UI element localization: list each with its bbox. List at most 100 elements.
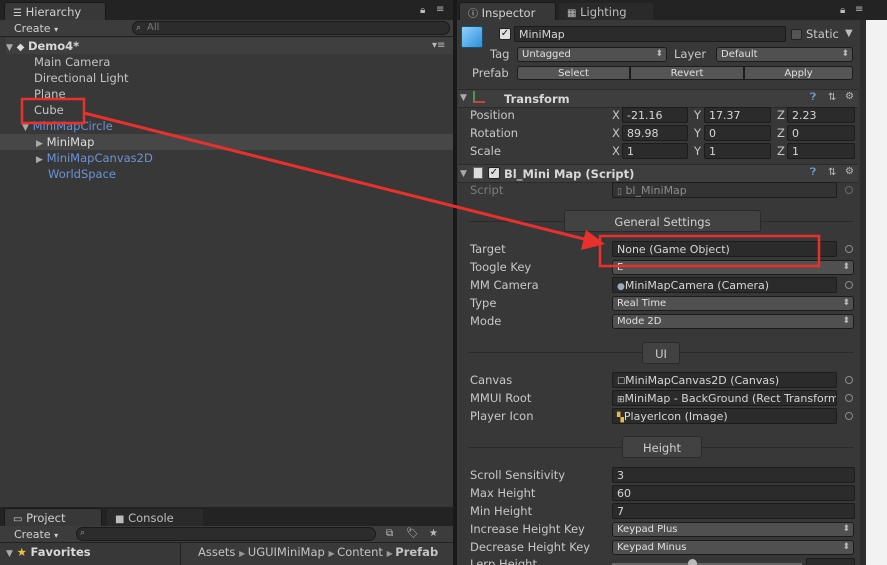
hierarchy-search-input[interactable]: ⌕ All bbox=[132, 21, 450, 35]
preset-icon[interactable]: ⇅ bbox=[828, 167, 836, 178]
rotation-x-field[interactable]: 89.98 bbox=[622, 125, 688, 141]
project-search-input[interactable]: ⌕ bbox=[76, 527, 376, 541]
star-icon[interactable]: ★ bbox=[429, 528, 438, 539]
static-dropdown-icon[interactable]: ▼ bbox=[845, 28, 853, 39]
gear-icon[interactable]: ⚙ bbox=[845, 166, 854, 177]
static-label: Static bbox=[806, 27, 839, 41]
gameobject-cube-icon bbox=[461, 26, 483, 48]
hierarchy-item-minimapcircle[interactable]: ▼ MiniMapCircle bbox=[22, 118, 113, 134]
breadcrumb-prefab[interactable]: Prefab bbox=[395, 545, 438, 559]
foldout-arrow-icon[interactable]: ▼ bbox=[460, 166, 467, 182]
scroll-sensitivity-field[interactable]: 3 bbox=[612, 467, 855, 483]
tab-project[interactable]: ▭ Project bbox=[4, 508, 102, 527]
scale-x-field[interactable]: 1 bbox=[622, 143, 688, 159]
breadcrumb-uguiminimap[interactable]: UGUIMiniMap bbox=[248, 545, 325, 559]
rotation-label: Rotation bbox=[470, 126, 519, 140]
help-icon[interactable]: ❓︎ bbox=[810, 92, 816, 103]
target-label: Target bbox=[470, 242, 506, 256]
tab-console[interactable]: ■ Console bbox=[106, 508, 204, 527]
scale-y-field[interactable]: 1 bbox=[704, 143, 771, 159]
scene-menu-icon[interactable]: ▾≡ bbox=[432, 40, 445, 51]
type-dropdown[interactable]: Real Time bbox=[612, 296, 854, 311]
active-checkbox[interactable]: ✓ bbox=[499, 28, 511, 40]
tab-hierarchy[interactable]: ☰ Hierarchy bbox=[4, 2, 106, 21]
increase-height-key-dropdown[interactable]: Keypad Plus bbox=[612, 522, 854, 537]
breadcrumb-assets[interactable]: Assets bbox=[198, 545, 235, 559]
player-icon-field[interactable]: ▚PlayerIcon (Image) bbox=[612, 408, 837, 424]
prefab-select-button[interactable]: Select bbox=[517, 66, 630, 80]
console-icon: ■ bbox=[115, 514, 125, 525]
hierarchy-item-cube[interactable]: Cube bbox=[34, 102, 64, 118]
object-picker-icon[interactable] bbox=[845, 376, 853, 384]
canvas-field[interactable]: ☐MiniMapCanvas2D (Canvas) bbox=[612, 372, 837, 388]
position-label: Position bbox=[470, 108, 515, 122]
filter-type-icon[interactable]: ⧉ bbox=[386, 528, 393, 539]
prefab-apply-button[interactable]: Apply bbox=[744, 66, 853, 80]
object-picker-icon[interactable] bbox=[845, 394, 853, 402]
image-icon: ▚ bbox=[617, 413, 624, 423]
tab-inspector[interactable]: ⓘ Inspector bbox=[459, 2, 556, 21]
foldout-arrow-icon[interactable]: ▼ bbox=[460, 90, 467, 106]
search-icon: ⌕ bbox=[80, 528, 86, 538]
hierarchy-item-worldspace[interactable]: WorldSpace bbox=[48, 166, 116, 182]
min-height-field[interactable]: 7 bbox=[612, 503, 855, 519]
panel-menu-icon[interactable]: ≡ bbox=[436, 4, 444, 15]
layer-dropdown[interactable]: Default bbox=[716, 47, 853, 62]
gear-icon[interactable]: ⚙ bbox=[845, 91, 854, 102]
rect-transform-icon: ⊞ bbox=[617, 395, 625, 405]
script-enabled-checkbox[interactable]: ✓ bbox=[488, 167, 500, 179]
position-z-field[interactable]: 2.23 bbox=[787, 107, 855, 123]
hierarchy-panel bbox=[0, 37, 453, 507]
static-checkbox[interactable] bbox=[791, 29, 802, 40]
expand-arrow-icon: ▼ bbox=[22, 123, 29, 133]
prefab-revert-button[interactable]: Revert bbox=[630, 66, 744, 80]
breadcrumb: Assets ▶ UGUIMiniMap ▶ Content ▶ Prefab bbox=[198, 544, 438, 560]
mode-dropdown[interactable]: Mode 2D bbox=[612, 314, 854, 329]
hierarchy-item-minimapcanvas2d[interactable]: ▶ MiniMapCanvas2D bbox=[36, 150, 153, 166]
axis-y-label: Y bbox=[694, 144, 702, 158]
axis-y-label: Y bbox=[694, 108, 702, 122]
object-picker-icon[interactable] bbox=[845, 281, 853, 289]
lock-icon[interactable]: 🔒︎ bbox=[420, 5, 425, 16]
ui-section-header: UI bbox=[642, 342, 680, 364]
max-height-field[interactable]: 60 bbox=[612, 485, 855, 501]
position-x-field[interactable]: -21.16 bbox=[622, 107, 688, 123]
position-y-field[interactable]: 17.37 bbox=[704, 107, 771, 123]
object-name-field[interactable]: MiniMap bbox=[514, 26, 786, 42]
hierarchy-item-directional-light[interactable]: Directional Light bbox=[34, 70, 129, 86]
lerp-height-field[interactable] bbox=[806, 558, 855, 565]
favorites-star-icon: ★ bbox=[16, 545, 27, 559]
hierarchy-create-button[interactable]: Create ▾ bbox=[14, 22, 58, 35]
hierarchy-item-minimap[interactable]: ▶ MiniMap bbox=[0, 134, 453, 150]
tab-lighting[interactable]: ▦ Lighting bbox=[558, 2, 654, 21]
decrease-height-key-label: Decrease Height Key bbox=[470, 540, 591, 554]
mmui-root-field[interactable]: ⊞MiniMap - BackGround (Rect Transform) bbox=[612, 390, 837, 406]
hierarchy-item-plane[interactable]: Plane bbox=[34, 86, 66, 102]
help-icon[interactable]: ❓︎ bbox=[810, 167, 816, 178]
object-picker-icon[interactable] bbox=[845, 245, 853, 253]
project-create-button[interactable]: Create ▾ bbox=[14, 528, 58, 541]
lock-icon[interactable]: 🔒︎ bbox=[840, 5, 845, 16]
decrease-height-key-dropdown[interactable]: Keypad Minus bbox=[612, 540, 854, 555]
lerp-height-slider-handle[interactable] bbox=[688, 559, 697, 565]
prefab-label: Prefab bbox=[472, 66, 509, 80]
transform-axis-icon bbox=[473, 91, 485, 103]
scene-row[interactable]: ▼ ◆ Demo4* bbox=[6, 38, 453, 54]
mm-camera-field[interactable]: ●MiniMapCamera (Camera) bbox=[612, 277, 837, 293]
tag-dropdown[interactable]: Untagged bbox=[517, 47, 667, 62]
min-height-label: Min Height bbox=[470, 504, 533, 518]
toogle-key-dropdown[interactable]: E bbox=[612, 260, 854, 275]
scale-z-field[interactable]: 1 bbox=[787, 143, 855, 159]
favorites-row[interactable]: ▼ ★ Favorites bbox=[6, 544, 91, 560]
hierarchy-item-main-camera[interactable]: Main Camera bbox=[34, 54, 110, 70]
preset-icon[interactable]: ⇅ bbox=[828, 92, 836, 103]
axis-x-label: X bbox=[612, 126, 620, 140]
object-picker-icon bbox=[845, 186, 853, 194]
panel-menu-icon[interactable]: ≡ bbox=[855, 4, 863, 15]
breadcrumb-content[interactable]: Content bbox=[337, 545, 383, 559]
rotation-y-field[interactable]: 0 bbox=[704, 125, 771, 141]
object-picker-icon[interactable] bbox=[845, 412, 853, 420]
rotation-z-field[interactable]: 0 bbox=[787, 125, 855, 141]
target-field[interactable]: None (Game Object) bbox=[612, 241, 837, 257]
filter-label-icon[interactable]: 🏷︎ bbox=[406, 528, 419, 539]
